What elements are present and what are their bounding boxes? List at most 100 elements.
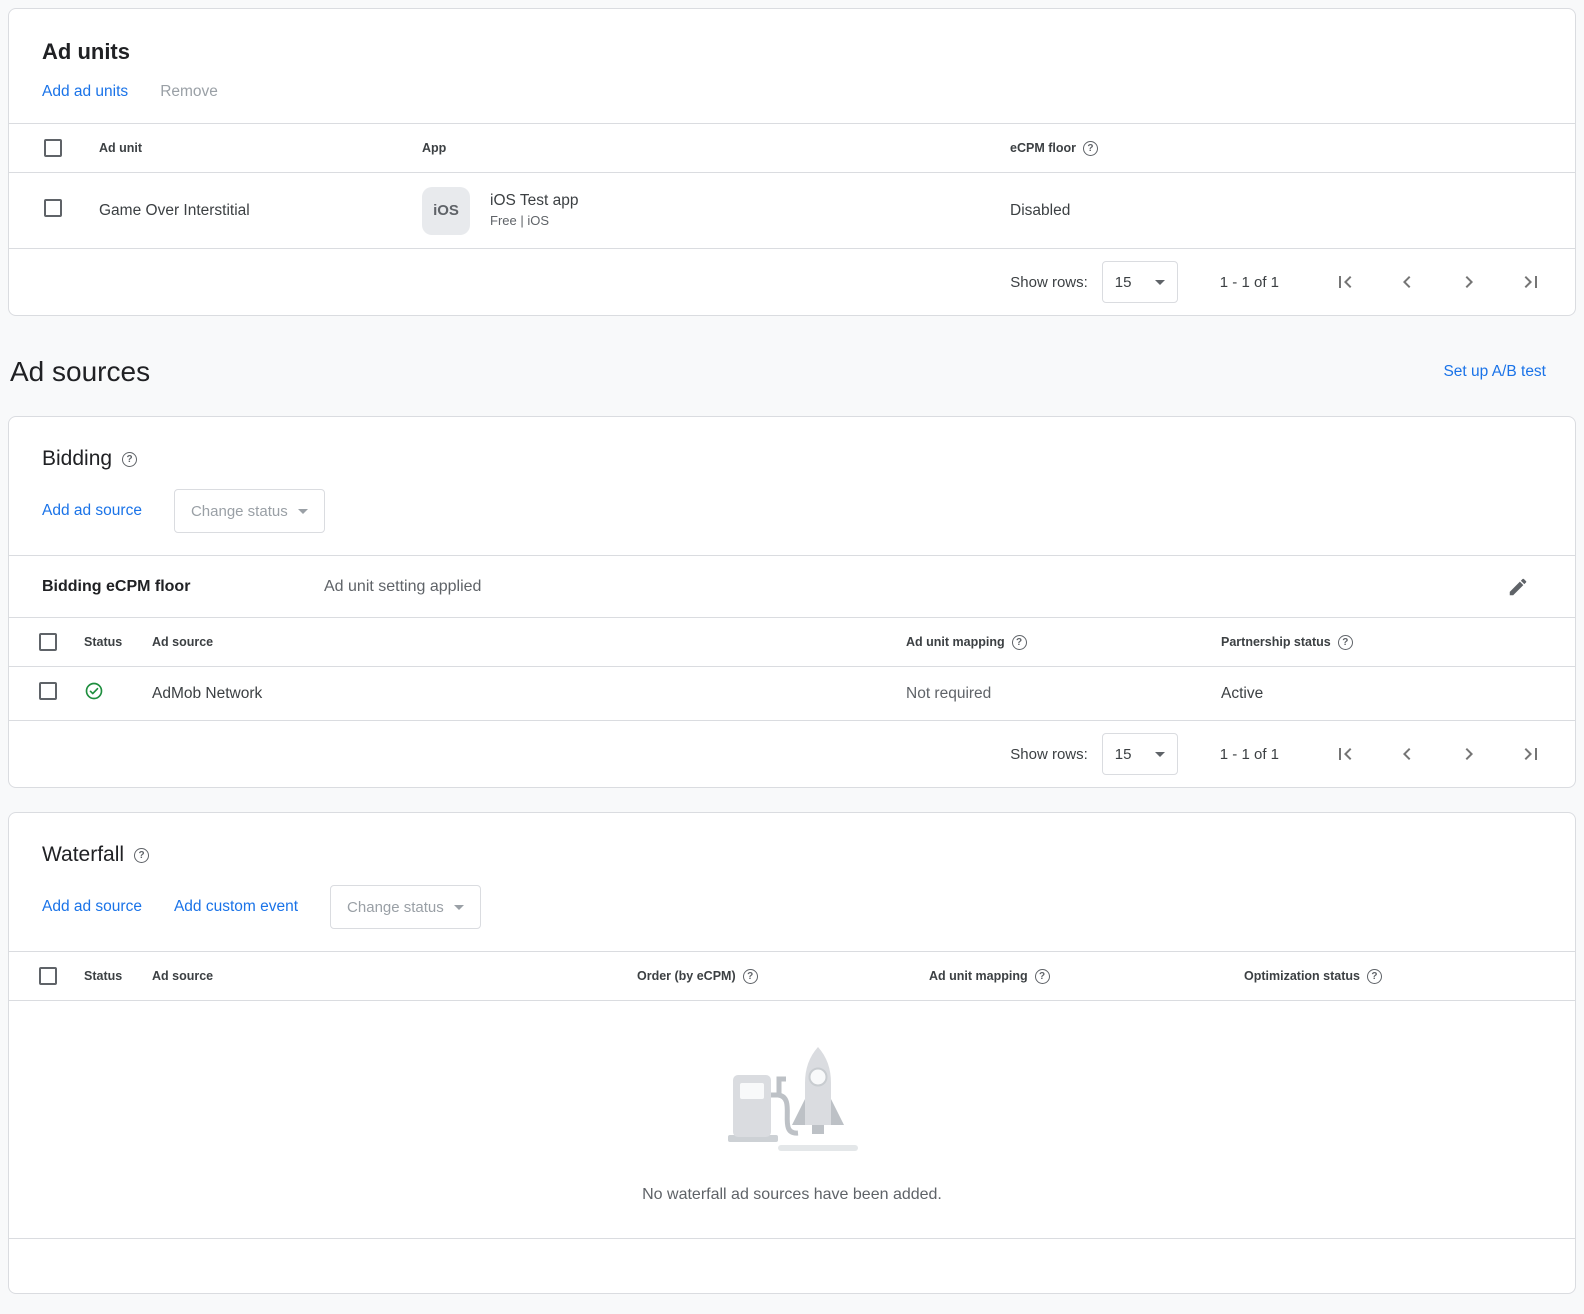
prev-page-button[interactable]	[1393, 268, 1421, 296]
select-all-checkbox[interactable]	[39, 967, 57, 985]
column-header-order-by-ecpm: Order (by eCPM)	[637, 969, 736, 983]
bidding-help-icon[interactable]	[122, 452, 137, 467]
waterfall-help-icon[interactable]	[134, 848, 149, 863]
chevron-right-icon	[1457, 742, 1481, 766]
prev-page-button[interactable]	[1393, 740, 1421, 768]
select-all-checkbox[interactable]	[44, 139, 62, 157]
ad-units-card: Ad units Add ad units Remove Ad unit App…	[8, 8, 1576, 316]
caret-down-icon	[1155, 752, 1165, 757]
column-header-ad-unit-mapping: Ad unit mapping	[929, 969, 1028, 983]
add-ad-units-link[interactable]: Add ad units	[42, 83, 128, 101]
waterfall-title-row: Waterfall	[9, 813, 1575, 885]
waterfall-empty-state: No waterfall ad sources have been added.	[9, 1001, 1575, 1239]
column-header-status: Status	[84, 635, 122, 649]
bidding-pagination: Show rows: 15 1 - 1 of 1	[9, 721, 1575, 787]
ad-source-name: AdMob Network	[152, 685, 906, 703]
column-header-optimization-status: Optimization status	[1244, 969, 1360, 983]
waterfall-toolbar: Add ad source Add custom event Change st…	[9, 885, 1575, 951]
ios-app-icon: iOS	[422, 187, 470, 235]
ecpm-floor-help-icon[interactable]	[1083, 141, 1098, 156]
ad-units-title-row: Ad units	[9, 9, 1575, 83]
ecpm-floor-value: Disabled	[1010, 202, 1575, 220]
bidding-ecpm-floor-row: Bidding eCPM floor Ad unit setting appli…	[9, 555, 1575, 617]
column-header-partnership-status: Partnership status	[1221, 635, 1331, 649]
bidding-table-row: AdMob Network Not required Active	[9, 667, 1575, 721]
ad-units-toolbar: Add ad units Remove	[9, 83, 1575, 123]
chevron-left-icon	[1395, 270, 1419, 294]
first-page-icon	[1333, 270, 1357, 294]
change-status-button[interactable]: Change status	[174, 489, 325, 533]
ad-sources-header: Ad sources Set up A/B test	[10, 356, 1546, 388]
next-page-button[interactable]	[1455, 268, 1483, 296]
chevron-right-icon	[1457, 270, 1481, 294]
column-header-ecpm-floor: eCPM floor	[1010, 141, 1076, 155]
waterfall-table-header: Status Ad source Order (by eCPM) Ad unit…	[9, 951, 1575, 1001]
app-detail: Free | iOS	[490, 212, 578, 230]
partnership-status-help-icon[interactable]	[1338, 635, 1353, 650]
caret-down-icon	[454, 905, 464, 910]
select-all-checkbox[interactable]	[39, 633, 57, 651]
rocket-fuel-pump-illustration	[714, 1039, 870, 1159]
chevron-left-icon	[1395, 742, 1419, 766]
bidding-toolbar: Add ad source Change status	[9, 489, 1575, 555]
page-range: 1 - 1 of 1	[1220, 746, 1279, 763]
bidding-card: Bidding Add ad source Change status Bidd…	[8, 416, 1576, 788]
column-header-app: App	[422, 141, 446, 155]
bidding-ecpm-floor-value: Ad unit setting applied	[324, 578, 1501, 596]
waterfall-footer	[9, 1239, 1575, 1293]
add-ad-source-link[interactable]: Add ad source	[42, 502, 142, 520]
order-by-ecpm-help-icon[interactable]	[743, 969, 758, 984]
bidding-title-row: Bidding	[9, 417, 1575, 489]
add-custom-event-link[interactable]: Add custom event	[174, 898, 298, 916]
show-rows-label: Show rows:	[1010, 274, 1088, 291]
ad-units-pagination: Show rows: 15 1 - 1 of 1	[9, 249, 1575, 315]
bidding-ecpm-floor-label: Bidding eCPM floor	[42, 578, 324, 596]
edit-ecpm-floor-button[interactable]	[1501, 570, 1535, 604]
caret-down-icon	[298, 509, 308, 514]
bidding-table-header: Status Ad source Ad unit mapping Partner…	[9, 617, 1575, 667]
ad-sources-heading: Ad sources	[10, 356, 150, 388]
ad-unit-table-row: Game Over Interstitial iOS iOS Test app …	[9, 173, 1575, 249]
first-page-button[interactable]	[1331, 740, 1359, 768]
card-gap	[8, 788, 1576, 812]
bidding-title: Bidding	[42, 447, 112, 471]
page-range: 1 - 1 of 1	[1220, 274, 1279, 291]
show-rows-label: Show rows:	[1010, 746, 1088, 763]
rows-per-page-select[interactable]: 15	[1102, 733, 1178, 775]
pencil-icon	[1507, 576, 1529, 598]
partnership-status-value: Active	[1221, 685, 1575, 703]
mediation-page: Ad units Add ad units Remove Ad unit App…	[0, 0, 1584, 1314]
last-page-icon	[1519, 270, 1543, 294]
row-checkbox[interactable]	[44, 199, 62, 217]
ad-units-title: Ad units	[42, 39, 130, 65]
next-page-button[interactable]	[1455, 740, 1483, 768]
empty-state-message: No waterfall ad sources have been added.	[9, 1186, 1575, 1204]
column-header-ad-unit: Ad unit	[99, 141, 142, 155]
last-page-icon	[1519, 742, 1543, 766]
waterfall-card: Waterfall Add ad source Add custom event…	[8, 812, 1576, 1294]
ad-unit-name: Game Over Interstitial	[99, 202, 422, 220]
column-header-ad-source: Ad source	[152, 635, 213, 649]
column-header-status: Status	[84, 969, 122, 983]
first-page-button[interactable]	[1331, 268, 1359, 296]
last-page-button[interactable]	[1517, 740, 1545, 768]
app-name: iOS Test app	[490, 191, 578, 212]
optimization-status-help-icon[interactable]	[1367, 969, 1382, 984]
column-header-ad-unit-mapping: Ad unit mapping	[906, 635, 1005, 649]
column-header-ad-source: Ad source	[152, 969, 213, 983]
add-ad-source-link[interactable]: Add ad source	[42, 898, 142, 916]
first-page-icon	[1333, 742, 1357, 766]
last-page-button[interactable]	[1517, 268, 1545, 296]
waterfall-title: Waterfall	[42, 843, 124, 867]
remove-button[interactable]: Remove	[160, 83, 218, 101]
row-checkbox[interactable]	[39, 682, 57, 700]
change-status-button[interactable]: Change status	[330, 885, 481, 929]
ad-unit-mapping-help-icon[interactable]	[1012, 635, 1027, 650]
status-active-icon	[84, 681, 104, 701]
ad-unit-mapping-value: Not required	[906, 685, 1221, 703]
ad-unit-mapping-help-icon[interactable]	[1035, 969, 1050, 984]
ad-units-table-header: Ad unit App eCPM floor	[9, 123, 1575, 173]
caret-down-icon	[1155, 280, 1165, 285]
rows-per-page-select[interactable]: 15	[1102, 261, 1178, 303]
setup-ab-test-link[interactable]: Set up A/B test	[1443, 363, 1546, 381]
